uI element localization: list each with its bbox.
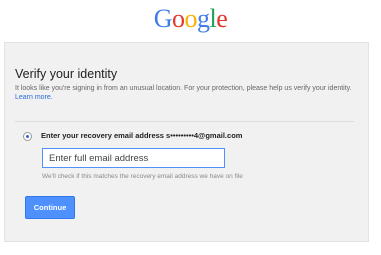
logo-letter: G — [153, 4, 173, 33]
recovery-email-radio[interactable] — [23, 132, 32, 141]
learn-more-link[interactable]: Learn more. — [15, 94, 53, 101]
continue-button[interactable]: Continue — [25, 196, 75, 219]
hint-text: We'll check if this matches the recovery… — [42, 173, 243, 180]
logo-letter: g — [197, 4, 210, 33]
logo-letter: e — [216, 4, 228, 33]
logo-letter: o — [172, 4, 185, 33]
description-body: It looks like you're signing in from an … — [15, 85, 352, 92]
page-title: Verify your identity — [15, 67, 118, 81]
radio-selected-dot — [26, 135, 29, 138]
verify-identity-card: Verify your identity It looks like you'r… — [4, 42, 369, 242]
logo-letter: l — [209, 4, 217, 33]
recovery-email-option-label: Enter your recovery email address s•••••… — [41, 131, 243, 140]
logo-letter: o — [184, 4, 198, 33]
google-logo: Google — [0, 4, 381, 34]
description-text: It looks like you're signing in from an … — [15, 85, 360, 102]
divider — [15, 121, 354, 122]
recovery-email-input[interactable] — [42, 148, 225, 168]
